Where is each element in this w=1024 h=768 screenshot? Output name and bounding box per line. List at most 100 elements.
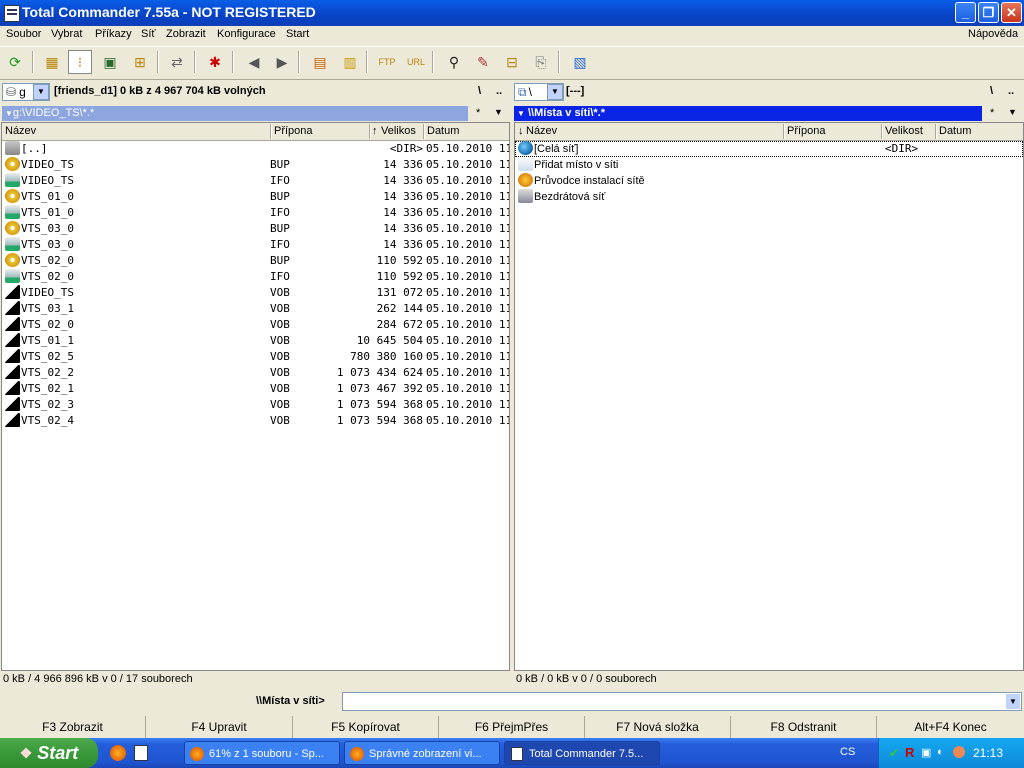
pack-icon[interactable]: ▤ bbox=[308, 50, 332, 74]
unpack-icon[interactable]: ▥ bbox=[338, 50, 362, 74]
minimize-button[interactable]: _ bbox=[955, 2, 976, 23]
col-size[interactable]: Velikos bbox=[381, 125, 416, 137]
file-row[interactable]: VTS_03_0 IFO 14 336 05.10.2010 11 bbox=[2, 237, 509, 253]
forward-icon[interactable]: ▶ bbox=[270, 50, 294, 74]
column-divider[interactable] bbox=[369, 124, 371, 139]
col-date[interactable]: Datum bbox=[427, 125, 459, 137]
file-row[interactable]: [..] <DIR> 05.10.2010 11 bbox=[2, 141, 509, 157]
f7-newfolder-button[interactable]: F7 Nová složka bbox=[585, 716, 731, 738]
column-divider[interactable] bbox=[783, 124, 785, 139]
menu-napoveda[interactable]: Nápověda bbox=[968, 28, 1018, 40]
total-commander-icon[interactable] bbox=[134, 745, 148, 761]
file-row[interactable]: VTS_02_0 IFO 110 592 05.10.2010 11 bbox=[2, 269, 509, 285]
col-name[interactable]: Název bbox=[5, 125, 36, 137]
file-row[interactable]: VTS_02_3 VOB 1 073 594 368 05.10.2010 11 bbox=[2, 397, 509, 413]
ftp-icon[interactable]: FTP bbox=[375, 50, 399, 74]
find-icon[interactable]: ⚲ bbox=[442, 50, 466, 74]
back-icon[interactable]: ◀ bbox=[242, 50, 266, 74]
file-row[interactable]: VTS_01_0 BUP 14 336 05.10.2010 11 bbox=[2, 189, 509, 205]
col-ext[interactable]: Přípona bbox=[787, 125, 826, 137]
start-button[interactable]: ❖ Start bbox=[0, 738, 98, 768]
right-up-button[interactable]: .. bbox=[1008, 85, 1014, 97]
language-indicator[interactable]: CS bbox=[840, 746, 855, 758]
file-row[interactable]: Průvodce instalací sítě bbox=[515, 173, 1023, 189]
left-history-icon[interactable]: ▼ bbox=[494, 107, 503, 117]
file-row[interactable]: VTS_02_1 VOB 1 073 467 392 05.10.2010 11 bbox=[2, 381, 509, 397]
left-up-button[interactable]: .. bbox=[496, 85, 502, 97]
task-browser[interactable]: Správné zobrazení vi... bbox=[344, 741, 500, 765]
file-row[interactable]: VTS_02_2 VOB 1 073 434 624 05.10.2010 11 bbox=[2, 365, 509, 381]
file-row[interactable]: VTS_02_0 VOB 284 672 05.10.2010 11 bbox=[2, 317, 509, 333]
column-divider[interactable] bbox=[270, 124, 272, 139]
chevron-down-icon[interactable]: ▼ bbox=[33, 84, 49, 100]
maximize-button[interactable]: ❐ bbox=[978, 2, 999, 23]
menu-sit[interactable]: Síť bbox=[141, 28, 156, 40]
notepad-icon[interactable]: ▧ bbox=[568, 50, 592, 74]
brief-view-icon[interactable]: ▦ bbox=[40, 50, 64, 74]
column-divider[interactable] bbox=[423, 124, 425, 139]
f6-move-button[interactable]: F6 PřejmPřes bbox=[439, 716, 585, 738]
tray-icon-r[interactable]: R bbox=[905, 745, 914, 760]
right-file-panel[interactable]: ↓ Název Přípona Velikost Datum [Celá síť… bbox=[514, 122, 1024, 671]
menu-start[interactable]: Start bbox=[286, 28, 309, 40]
file-row[interactable]: Bezdrátová síť bbox=[515, 189, 1023, 205]
compare-dirs-icon[interactable]: ⇄ bbox=[165, 50, 189, 74]
column-divider[interactable] bbox=[935, 124, 937, 139]
left-drive-select[interactable]: ⛁ g ▼ bbox=[2, 83, 50, 101]
url-icon[interactable]: URL bbox=[404, 50, 428, 74]
right-history-icon[interactable]: ▼ bbox=[1008, 107, 1017, 117]
refresh-icon[interactable]: ⟳ bbox=[3, 50, 27, 74]
right-path-bar[interactable]: ▼ \\Místa v síti\*.* bbox=[514, 106, 982, 121]
left-filter[interactable]: * bbox=[476, 107, 480, 119]
left-file-panel[interactable]: Název Přípona ↑ Velikos Datum [..] <DIR> 0… bbox=[1, 122, 510, 671]
tray-icon-volume[interactable]: ◐ bbox=[937, 746, 944, 758]
rename-icon[interactable]: ✎ bbox=[471, 50, 495, 74]
title-bar[interactable]: Total Commander 7.55a - NOT REGISTERED _… bbox=[0, 0, 1024, 26]
menu-soubor[interactable]: Soubor bbox=[6, 28, 41, 40]
left-root-button[interactable]: \ bbox=[478, 85, 481, 97]
file-row[interactable]: VTS_02_5 VOB 780 380 160 05.10.2010 11 bbox=[2, 349, 509, 365]
right-root-button[interactable]: \ bbox=[990, 85, 993, 97]
clock[interactable]: 21:13 bbox=[973, 746, 1003, 760]
tree-view-icon[interactable]: ⊞ bbox=[128, 50, 152, 74]
file-row[interactable]: VTS_03_1 VOB 262 144 05.10.2010 11 bbox=[2, 301, 509, 317]
right-filter[interactable]: * bbox=[990, 107, 994, 119]
menu-konfigurace[interactable]: Konfigurace bbox=[217, 28, 276, 40]
cmdline-input[interactable]: ▼ bbox=[342, 692, 1022, 711]
tray-icon-shield[interactable]: ✔ bbox=[889, 746, 899, 760]
file-row[interactable]: VTS_01_1 VOB 10 645 504 05.10.2010 11 bbox=[2, 333, 509, 349]
f3-view-button[interactable]: F3 Zobrazit bbox=[0, 716, 146, 738]
chevron-down-icon[interactable]: ▼ bbox=[1006, 694, 1020, 709]
f8-delete-button[interactable]: F8 Odstranit bbox=[731, 716, 877, 738]
col-name[interactable]: Název bbox=[526, 125, 557, 137]
thumbnail-view-icon[interactable]: ▣ bbox=[98, 50, 122, 74]
file-row[interactable]: VTS_02_4 VOB 1 073 594 368 05.10.2010 11 bbox=[2, 413, 509, 429]
full-view-icon[interactable]: ⁝ bbox=[68, 50, 92, 74]
file-row[interactable]: Přidat místo v síti bbox=[515, 157, 1023, 173]
close-button[interactable]: ✕ bbox=[1001, 2, 1022, 23]
col-ext[interactable]: Přípona bbox=[274, 125, 313, 137]
file-row[interactable]: VIDEO_TS IFO 14 336 05.10.2010 11 bbox=[2, 173, 509, 189]
left-path-bar[interactable]: ▼g:\VIDEO_TS\*.* bbox=[2, 106, 468, 121]
menu-vybrat[interactable]: Vybrat bbox=[51, 28, 82, 40]
app-icon[interactable] bbox=[4, 5, 20, 22]
file-row[interactable]: VTS_03_0 BUP 14 336 05.10.2010 11 bbox=[2, 221, 509, 237]
column-divider[interactable] bbox=[881, 124, 883, 139]
menu-zobrazit[interactable]: Zobrazit bbox=[166, 28, 206, 40]
menu-prikazy[interactable]: Příkazy bbox=[95, 28, 132, 40]
select-icon[interactable]: ✱ bbox=[203, 50, 227, 74]
f4-edit-button[interactable]: F4 Upravit bbox=[146, 716, 293, 738]
right-drive-select[interactable]: ⧉ \ ▼ bbox=[514, 83, 564, 101]
tray-icon-network[interactable]: ▣ bbox=[921, 746, 931, 759]
file-row[interactable]: VTS_02_0 BUP 110 592 05.10.2010 11 bbox=[2, 253, 509, 269]
tray-icon-app[interactable] bbox=[953, 746, 965, 758]
copy-names-icon[interactable]: ⎘ bbox=[529, 50, 553, 74]
task-download[interactable]: 61% z 1 souboru - Sp... bbox=[184, 741, 340, 765]
f5-copy-button[interactable]: F5 Kopírovat bbox=[293, 716, 439, 738]
firefox-icon[interactable] bbox=[110, 745, 126, 761]
file-row[interactable]: VIDEO_TS BUP 14 336 05.10.2010 11 bbox=[2, 157, 509, 173]
file-row[interactable]: VTS_01_0 IFO 14 336 05.10.2010 11 bbox=[2, 205, 509, 221]
col-date[interactable]: Datum bbox=[939, 125, 971, 137]
file-row[interactable]: [Celá síť] <DIR> bbox=[515, 141, 1023, 157]
sync-icon[interactable]: ⊟ bbox=[500, 50, 524, 74]
